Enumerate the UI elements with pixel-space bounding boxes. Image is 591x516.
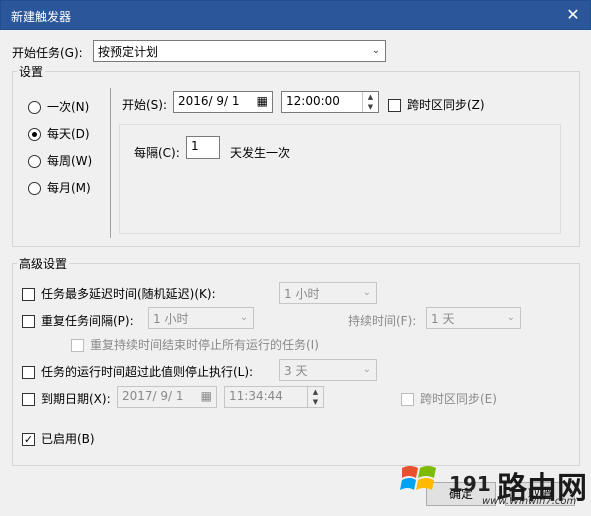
- chevron-down-icon: ⌄: [239, 312, 249, 323]
- repeat-select[interactable]: 1 小时 ⌄: [148, 307, 254, 329]
- stop-longer-select[interactable]: 3 天 ⌄: [279, 359, 377, 381]
- start-task-label: 开始任务(G):: [12, 46, 83, 60]
- expire-sync-label: 跨时区同步(E): [420, 392, 497, 406]
- expire-time-value: 11:34:44: [229, 389, 283, 403]
- spinner-icon[interactable]: ▲ ▼: [362, 92, 378, 112]
- delay-value: 1 小时: [284, 287, 320, 301]
- enabled-label: 已启用(B): [41, 432, 95, 446]
- radio-weekly[interactable]: 每周(W): [28, 152, 92, 169]
- radio-once[interactable]: 一次(N): [28, 98, 89, 115]
- start-date-picker[interactable]: 2016/ 9/ 1 ▦: [173, 91, 273, 113]
- repeat-checkbox[interactable]: 重复任务间隔(P):: [22, 312, 134, 329]
- every-unit-label: 天发生一次: [230, 146, 291, 160]
- spinner-icon[interactable]: ▲ ▼: [307, 387, 323, 407]
- every-label: 每隔(C):: [134, 146, 180, 160]
- enabled-box: ✓: [22, 433, 35, 446]
- settings-legend: 设置: [17, 63, 46, 80]
- duration-label: 持续时间(F):: [348, 314, 417, 328]
- close-icon[interactable]: ✕: [556, 1, 590, 29]
- calendar-icon[interactable]: ▦: [201, 389, 212, 403]
- expire-box: [22, 393, 35, 406]
- title-bar: 新建触发器 ✕: [0, 0, 591, 30]
- enabled-checkbox[interactable]: ✓ 已启用(B): [22, 430, 95, 447]
- expire-sync-box: [401, 393, 414, 406]
- radio-once-indicator: [28, 101, 41, 114]
- start-task-value: 按预定计划: [98, 45, 159, 59]
- radio-monthly-indicator: [28, 182, 41, 195]
- expire-date-picker[interactable]: 2017/ 9/ 1 ▦: [117, 386, 217, 408]
- chevron-down-icon: ⌄: [506, 312, 516, 323]
- expire-checkbox[interactable]: 到期日期(X):: [22, 390, 111, 407]
- start-task-select[interactable]: 按预定计划 ⌄: [93, 40, 386, 62]
- expire-date-value: 2017/ 9/ 1: [122, 389, 184, 403]
- radio-daily-label: 每天(D): [47, 127, 90, 141]
- settings-divider: [110, 88, 111, 238]
- delay-select[interactable]: 1 小时 ⌄: [279, 282, 377, 304]
- watermark-url: www.Winwin7.com: [482, 496, 577, 507]
- stop-longer-label: 任务的运行时间超过此值则停止执行(L):: [41, 365, 254, 379]
- chevron-down-icon: ⌄: [362, 287, 372, 298]
- stop-all-checkbox[interactable]: 重复持续时间结束时停止所有运行的任务(I): [71, 336, 319, 353]
- radio-monthly[interactable]: 每月(M): [28, 179, 91, 196]
- delay-checkbox[interactable]: 任务最多延迟时间(随机延迟)(K):: [22, 285, 216, 302]
- radio-daily[interactable]: 每天(D): [28, 125, 90, 142]
- stop-all-label: 重复持续时间结束时停止所有运行的任务(I): [90, 338, 319, 352]
- start-date-value: 2016/ 9/ 1: [178, 94, 240, 108]
- sync-timezone-box: [388, 99, 401, 112]
- duration-select[interactable]: 1 天 ⌄: [426, 307, 521, 329]
- stop-all-box: [71, 339, 84, 352]
- radio-weekly-indicator: [28, 155, 41, 168]
- start-date-label: 开始(S):: [122, 98, 168, 112]
- repeat-box: [22, 315, 35, 328]
- every-value: 1: [191, 139, 199, 153]
- start-time-value: 12:00:00: [286, 94, 340, 108]
- expire-time-field[interactable]: 11:34:44 ▲ ▼: [224, 386, 324, 408]
- stop-longer-value: 3 天: [284, 364, 308, 378]
- sync-timezone-label: 跨时区同步(Z): [407, 98, 485, 112]
- advanced-legend: 高级设置: [17, 255, 70, 272]
- duration-value: 1 天: [431, 312, 455, 326]
- repeat-value: 1 小时: [153, 312, 189, 326]
- window-title: 新建触发器: [11, 10, 72, 24]
- chevron-down-icon: ⌄: [362, 364, 372, 375]
- watermark-number: 191: [449, 472, 491, 496]
- radio-daily-indicator: [28, 128, 41, 141]
- radio-once-label: 一次(N): [47, 100, 90, 114]
- stop-longer-box: [22, 366, 35, 379]
- delay-label: 任务最多延迟时间(随机延迟)(K):: [41, 287, 216, 301]
- expire-sync-checkbox[interactable]: 跨时区同步(E): [401, 390, 497, 407]
- stop-longer-checkbox[interactable]: 任务的运行时间超过此值则停止执行(L):: [22, 363, 253, 380]
- start-time-field[interactable]: 12:00:00 ▲ ▼: [281, 91, 379, 113]
- sync-timezone-checkbox[interactable]: 跨时区同步(Z): [388, 96, 485, 113]
- calendar-icon[interactable]: ▦: [257, 94, 268, 108]
- radio-weekly-label: 每周(W): [47, 154, 93, 168]
- expire-label: 到期日期(X):: [41, 392, 111, 406]
- every-input[interactable]: 1: [186, 136, 220, 159]
- repeat-label: 重复任务间隔(P):: [41, 314, 134, 328]
- radio-monthly-label: 每月(M): [47, 181, 91, 195]
- windows-logo-watermark: [400, 460, 440, 500]
- chevron-down-icon: ⌄: [371, 45, 381, 56]
- delay-box: [22, 288, 35, 301]
